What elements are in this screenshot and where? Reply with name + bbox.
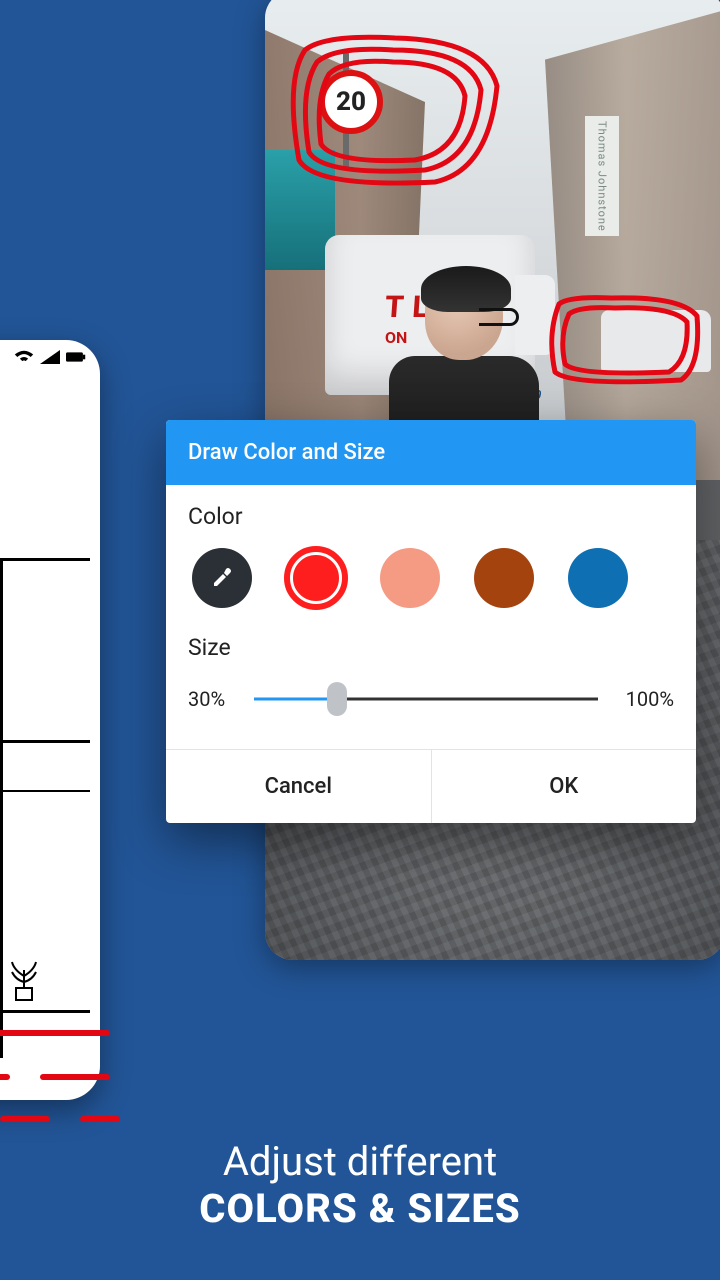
annotation-scribble-2	[541, 286, 711, 396]
eyedropper-icon	[210, 566, 234, 590]
swatch-red[interactable]	[286, 548, 346, 608]
wifi-icon	[14, 350, 34, 364]
size-section-label: Size	[188, 634, 674, 661]
draw-color-size-dialog: Draw Color and Size Color Size 30% 100%	[166, 420, 696, 823]
plant-icon	[2, 958, 46, 1002]
drawn-line-ext-1	[0, 1030, 110, 1036]
banner-thomas: Thomas Johnstone	[585, 116, 619, 236]
floorplan-device: Enter	[0, 340, 100, 1100]
drawn-line-ext-3c	[80, 1116, 120, 1122]
cancel-button[interactable]: Cancel	[166, 750, 431, 823]
annotation-scribble-1	[275, 20, 525, 200]
cell-signal-icon	[40, 350, 60, 364]
swatch-eyedropper[interactable]	[192, 548, 252, 608]
status-bar	[14, 350, 86, 364]
drawn-line-ext-2a	[0, 1074, 10, 1080]
size-min-label: 30%	[188, 687, 240, 711]
swatch-blue[interactable]	[568, 548, 628, 608]
caption-line1: Adjust different	[0, 1138, 720, 1185]
size-max-label: 100%	[612, 687, 674, 711]
slider-thumb[interactable]	[327, 682, 347, 716]
caption-line2: COLORS & SIZES	[0, 1185, 720, 1232]
ok-button[interactable]: OK	[431, 750, 697, 823]
swatch-salmon[interactable]	[380, 548, 440, 608]
drawn-line-ext-3b	[0, 1116, 50, 1122]
marketing-caption: Adjust different COLORS & SIZES	[0, 1138, 720, 1232]
slider-fill	[254, 698, 337, 701]
color-section-label: Color	[188, 503, 674, 530]
battery-icon	[66, 350, 86, 364]
drawn-line-ext-2b	[40, 1074, 110, 1080]
swatch-brown[interactable]	[474, 548, 534, 608]
floorplan: Enter	[0, 540, 100, 1080]
color-swatches	[188, 548, 674, 634]
size-slider[interactable]	[254, 683, 598, 715]
dialog-title: Draw Color and Size	[166, 420, 696, 485]
banner-text: Thomas Johnstone	[596, 121, 609, 232]
